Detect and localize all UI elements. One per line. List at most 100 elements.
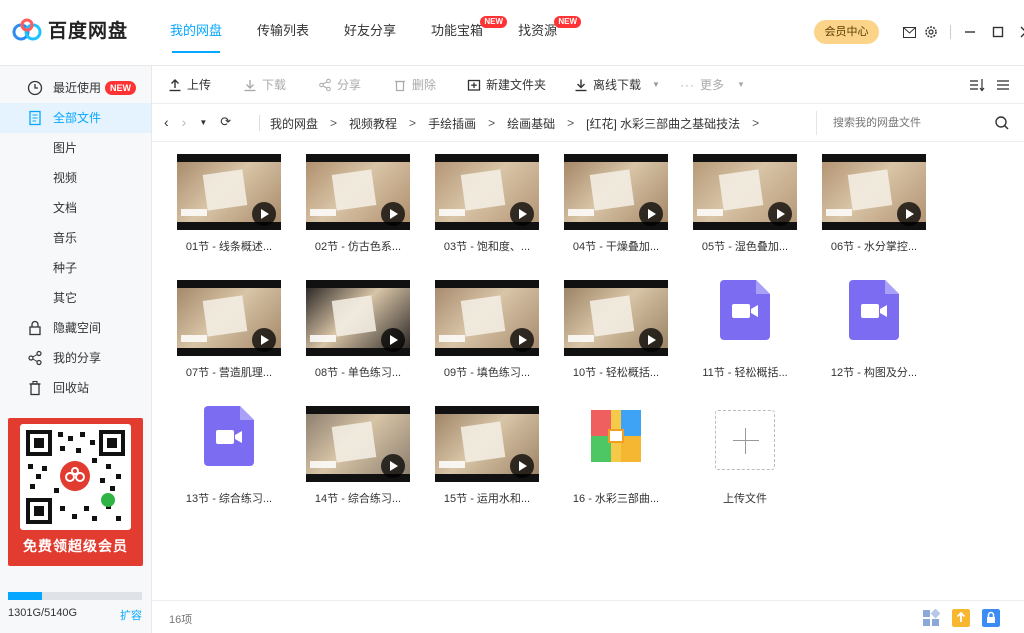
video-thumbnail [177,280,281,356]
sidebar-item-all-files[interactable]: 全部文件 [0,103,151,133]
sidebar-item-music[interactable]: 音乐 [0,223,151,253]
app-name: 百度网盘 [48,21,129,42]
file-item[interactable]: 08节 - 单色练习... [302,268,414,379]
tab-label: 好友分享 [344,23,397,38]
trash-icon [29,380,41,396]
status-bar: 16项 [152,600,1024,633]
expand-storage-link[interactable]: 扩容 [120,607,142,623]
file-item[interactable]: 12节 - 构图及分... [818,268,930,379]
breadcrumb-item[interactable]: 视频教程 [349,115,397,132]
close-icon[interactable] [1015,22,1024,42]
refresh-icon[interactable]: ⟳ [220,114,231,130]
file-item[interactable]: 05节 - 湿色叠加... [689,142,801,253]
back-arrow-icon[interactable]: ‹ [164,114,169,130]
sidebar-item-recent[interactable]: 最近使用 NEW [0,73,151,103]
maximize-icon[interactable] [987,22,1009,42]
file-item[interactable]: 10节 - 轻松概括... [560,268,672,379]
new-badge: NEW [105,81,136,95]
breadcrumb-item[interactable]: [红花] 水彩三部曲之基础技法 [586,115,740,132]
file-icon [29,110,41,126]
tab-friend-share[interactable]: 好友分享 [334,0,406,66]
video-thumbnail [306,406,410,482]
breadcrumb-item[interactable]: 手绘插画 [428,115,476,132]
video-thumbnail [177,154,281,230]
forward-arrow-icon[interactable]: › [182,114,187,130]
thumbnail-caption-bar [568,335,594,342]
vip-center-button[interactable]: 会员中心 [814,20,879,44]
upload-transfer-icon[interactable] [952,609,970,627]
share-button[interactable]: 分享 [318,66,361,104]
file-item[interactable]: 13节 - 综合练习... [173,394,285,505]
breadcrumb-item[interactable]: 我的网盘 [270,115,318,132]
video-thumbnail [435,280,539,356]
search-input[interactable] [833,114,983,132]
file-item[interactable]: 02节 - 仿古色系... [302,142,414,253]
video-file-icon [204,406,254,466]
new-badge: NEW [480,16,508,28]
file-item[interactable]: 14节 - 综合练习... [302,394,414,505]
tab-toolbox[interactable]: 功能宝箱 NEW [421,0,508,66]
video-file-icon [720,280,770,340]
offline-download-button[interactable]: 离线下载 ▼ [574,66,660,104]
sidebar: 最近使用 NEW 全部文件 图片 视频 文档 音乐 种子 其它 隐藏空间 我的分… [0,66,152,633]
file-item[interactable]: 04节 - 干燥叠加... [560,142,672,253]
chevron-right-icon: > [409,116,417,130]
toolbar: 上传 下载 分享 删除 新建文件夹 离线下载 ▼ ··· 更多 ▼ [152,66,1024,104]
more-dots-icon: ··· [680,78,695,92]
minimize-icon[interactable] [959,22,981,42]
app-grid-icon[interactable] [922,609,940,627]
file-item[interactable]: 01节 - 线条概述... [173,142,285,253]
promo-banner[interactable]: 免费领超级会员 [8,418,143,566]
sidebar-item-videos[interactable]: 视频 [0,163,151,193]
sidebar-item-images[interactable]: 图片 [0,133,151,163]
file-name: 13节 - 综合练习... [185,493,273,505]
sidebar-item-label: 全部文件 [53,111,102,125]
file-item[interactable]: 11节 - 轻松概括... [689,268,801,379]
storage-quota-fill [8,592,42,600]
download-button[interactable]: 下载 [243,66,286,104]
sidebar-item-documents[interactable]: 文档 [0,193,151,223]
settings-gear-icon[interactable] [920,22,942,42]
new-folder-button[interactable]: 新建文件夹 [467,66,546,104]
top-nav: 我的网盘 传输列表 好友分享 功能宝箱 NEW 找资源 NEW [160,0,582,66]
sidebar-item-label: 图片 [53,141,78,155]
lock-safe-icon[interactable] [982,609,1000,627]
lock-icon [29,320,41,336]
file-name: 11节 - 轻松概括... [702,367,788,379]
more-button[interactable]: ··· 更多 ▼ [680,66,745,104]
search-icon[interactable] [994,115,1010,131]
sidebar-item-other[interactable]: 其它 [0,283,151,313]
new-folder-icon [467,79,481,91]
file-item[interactable]: 09节 - 填色练习... [431,268,543,379]
upload-button[interactable]: 上传 [168,66,211,104]
file-item[interactable]: 15节 - 运用水和... [431,394,543,505]
tab-my-disk[interactable]: 我的网盘 [160,0,232,66]
list-view-icon[interactable] [992,75,1014,95]
tab-transfer-list[interactable]: 传输列表 [247,0,319,66]
thumbnail-caption-bar [181,209,207,216]
file-item[interactable]: 07节 - 营造肌理... [173,268,285,379]
tab-find-resources[interactable]: 找资源 NEW [508,0,582,66]
download-icon [244,80,256,92]
sidebar-item-my-shares[interactable]: 我的分享 [0,343,151,373]
delete-button[interactable]: 删除 [393,66,436,104]
chevron-right-icon: > [330,116,338,130]
sidebar-item-recycle-bin[interactable]: 回收站 [0,373,151,403]
storage-quota-text: 1301G/5140G [8,607,78,619]
sidebar-item-torrents[interactable]: 种子 [0,253,151,283]
file-name: 06节 - 水分掌控... [830,241,918,253]
mail-icon[interactable] [898,22,920,42]
tab-label: 功能宝箱 [431,23,484,38]
upload-file-tile[interactable]: 上传文件 [689,394,801,505]
sidebar-item-hidden-space[interactable]: 隐藏空间 [0,313,151,343]
archive-file-icon [591,410,641,462]
file-item[interactable]: 16 - 水彩三部曲... [560,394,672,505]
history-dropdown-icon[interactable]: ▼ [199,118,207,127]
sort-icon[interactable] [966,75,988,95]
video-thumbnail [306,154,410,230]
breadcrumb-item[interactable]: 绘画基础 [507,115,555,132]
title-bar: 百度网盘 我的网盘 传输列表 好友分享 功能宝箱 NEW 找资源 NEW 会员中… [0,0,1024,66]
paper-sheet-decoration [460,295,506,337]
file-item[interactable]: 06节 - 水分掌控... [818,142,930,253]
file-item[interactable]: 03节 - 饱和度、... [431,142,543,253]
